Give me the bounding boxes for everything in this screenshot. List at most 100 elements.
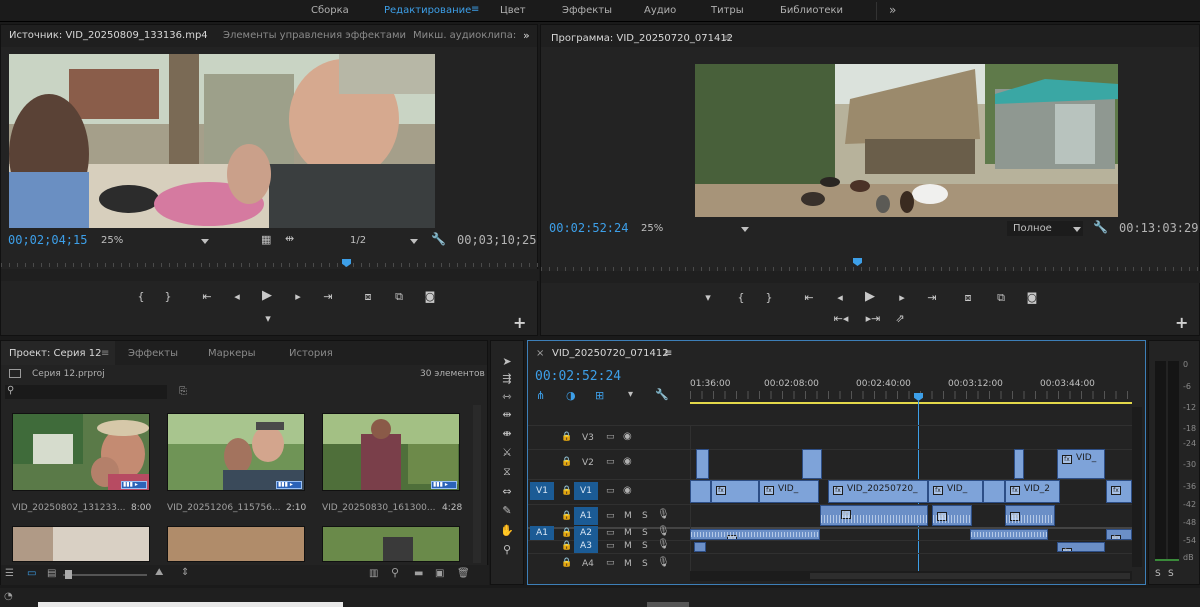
program-video-frame[interactable] xyxy=(695,64,1118,217)
razor-tool-icon[interactable]: ⚔ xyxy=(498,445,516,461)
program-add-button-icon[interactable]: + xyxy=(1175,313,1188,332)
workspace-color[interactable]: Цвет xyxy=(500,5,526,16)
add-marker-icon[interactable]: ▾ xyxy=(628,389,633,400)
mic-icon[interactable]: 🎙 xyxy=(657,539,670,550)
source-export-frame-icon[interactable]: ◙ xyxy=(423,291,437,303)
source-insert-icon[interactable]: ⧈ xyxy=(361,291,375,303)
project-thumb-1[interactable]: ▮▮▮ ▸ xyxy=(12,413,150,491)
source-step-back-icon[interactable]: ◂ xyxy=(230,291,244,303)
source-goto-in-icon[interactable]: ⇤ xyxy=(200,291,214,303)
project-scrollbar[interactable] xyxy=(473,405,481,563)
source-marker-icon[interactable]: ▾ xyxy=(261,313,275,325)
project-menu-icon[interactable]: ≡ xyxy=(101,348,109,359)
workspace-titles[interactable]: Титры xyxy=(711,5,744,16)
timeline-menu-icon[interactable]: ≡ xyxy=(664,348,672,359)
tab-project[interactable]: Проект: Серия 12 xyxy=(9,348,101,359)
tab-audio-clip-mixer[interactable]: Микш. аудиоклипа: xyxy=(413,30,516,41)
source-patch-a1[interactable]: A1 xyxy=(530,526,554,540)
mic-icon[interactable]: 🎙 xyxy=(657,557,670,568)
program-menu-icon[interactable]: ≡ xyxy=(723,33,731,44)
timeline-audio-clip[interactable]: fx xyxy=(932,505,972,526)
meter-solo-right-button[interactable]: S xyxy=(1168,569,1174,579)
program-wrench-icon[interactable]: 🔧 xyxy=(1093,220,1108,234)
program-timecode[interactable]: 00:02:52:24 xyxy=(549,221,628,235)
status-scroll-thumb[interactable] xyxy=(647,602,689,607)
solo-button[interactable]: S xyxy=(642,541,648,551)
program-play-icon[interactable]: ▶ xyxy=(863,290,877,303)
mute-button[interactable]: M xyxy=(624,541,632,551)
project-thumb-4[interactable] xyxy=(12,526,150,562)
workspace-assembly[interactable]: Сборка xyxy=(311,5,349,16)
source-zoom-scrollbar[interactable] xyxy=(1,269,539,281)
program-mark-out-icon[interactable]: } xyxy=(762,292,776,304)
lock-icon[interactable]: 🔒 xyxy=(561,457,572,467)
lock-icon[interactable]: 🔒 xyxy=(561,528,572,538)
find-icon[interactable]: ⚲ xyxy=(391,566,399,579)
timeline-scrollbar[interactable] xyxy=(690,571,1132,581)
hand-tool-icon[interactable]: ✋ xyxy=(498,523,516,539)
timeline-clip[interactable]: fx VID_20250720_ xyxy=(828,480,928,503)
source-mark-in-icon[interactable]: { xyxy=(134,291,148,303)
project-thumb-3[interactable]: ▮▮▮ ▸ xyxy=(322,413,460,491)
source-timecode[interactable]: 00;02;04;15 xyxy=(8,233,87,247)
mic-icon[interactable]: 🎙 xyxy=(657,509,670,520)
program-trim-forward-icon[interactable]: ▸⇥ xyxy=(863,313,883,325)
tab-effect-controls[interactable]: Элементы управления эффектами xyxy=(223,30,406,41)
program-time-ruler[interactable] xyxy=(541,257,1200,271)
insert-as-nest-icon[interactable]: ⊞ xyxy=(595,389,604,402)
sync-lock-icon[interactable]: ▭ xyxy=(606,432,615,442)
program-step-back-icon[interactable]: ◂ xyxy=(833,292,847,304)
mic-icon[interactable]: 🎙 xyxy=(657,526,670,537)
lock-icon[interactable]: 🔒 xyxy=(561,541,572,551)
automate-sequence-icon[interactable]: ▥ xyxy=(369,568,378,579)
source-add-button-icon[interactable]: + xyxy=(513,313,526,332)
program-export-frame-icon[interactable]: ◙ xyxy=(1025,292,1039,304)
solo-button[interactable]: S xyxy=(642,559,648,569)
sync-lock-icon[interactable]: ▭ xyxy=(606,541,615,551)
thumbnail-size-slider[interactable] xyxy=(63,574,147,576)
sync-lock-icon[interactable]: ▭ xyxy=(606,457,615,467)
timeline-clip[interactable]: fx VID_ xyxy=(928,480,983,503)
tab-markers[interactable]: Маркеры xyxy=(208,348,256,359)
timeline-audio-clip[interactable] xyxy=(694,542,706,552)
timeline-clip[interactable] xyxy=(690,480,711,503)
timeline-clip[interactable]: fx xyxy=(711,480,759,503)
source-step-forward-icon[interactable]: ▸ xyxy=(291,291,305,303)
track-name-a4[interactable]: A4 xyxy=(582,559,594,569)
tab-effects[interactable]: Эффекты xyxy=(128,348,178,359)
source-patch-v1[interactable]: V1 xyxy=(530,482,554,500)
meter-solo-left-button[interactable]: S xyxy=(1155,569,1161,579)
sync-lock-icon[interactable]: ▭ xyxy=(606,486,615,496)
project-new-bin-icon[interactable]: ⎘ xyxy=(179,386,187,397)
program-zoom-select[interactable]: 25% xyxy=(641,223,749,234)
new-item-icon[interactable]: ▣ xyxy=(435,568,444,579)
tab-source[interactable]: Источник: VID_20250809_133136.mp4 xyxy=(9,30,208,41)
timeline-clip[interactable] xyxy=(983,480,1005,503)
eye-icon[interactable]: ◉ xyxy=(623,431,632,442)
timeline-close-icon[interactable]: × xyxy=(536,348,544,359)
timeline-ruler[interactable]: 01:36:00 00:02:08:00 00:02:40:00 00:03:1… xyxy=(690,377,1132,407)
lock-icon[interactable]: 🔒 xyxy=(561,558,572,568)
track-name-a2[interactable]: A2 xyxy=(574,526,598,540)
lock-icon[interactable]: 🔒 xyxy=(561,486,572,496)
tab-history[interactable]: История xyxy=(289,348,333,359)
source-video-frame[interactable] xyxy=(9,54,435,228)
timeline-audio-clip[interactable]: fx xyxy=(1057,542,1105,552)
ripple-edit-tool-icon[interactable]: ⇿ xyxy=(498,389,516,405)
timeline-clip[interactable]: fx VID_2 xyxy=(1005,480,1060,503)
source-mark-out-icon[interactable]: } xyxy=(161,291,175,303)
workspace-audio[interactable]: Аудио xyxy=(644,5,676,16)
source-settings-grid-icon[interactable]: ▦ xyxy=(261,233,271,246)
rate-stretch-tool-icon[interactable]: ⇼ xyxy=(498,426,516,442)
program-export-icon[interactable]: ⇗ xyxy=(893,313,907,325)
zoom-tool-icon[interactable]: ⚲ xyxy=(498,542,516,558)
eye-icon[interactable]: ◉ xyxy=(623,485,632,496)
timeline-settings-wrench-icon[interactable]: 🔧 xyxy=(655,388,669,401)
workspace-effects[interactable]: Эффекты xyxy=(562,5,612,16)
timeline-audio-clip[interactable]: fx xyxy=(1106,529,1132,540)
workspace-more-icon[interactable]: » xyxy=(889,3,896,17)
source-drag-audio-icon[interactable]: ⇹ xyxy=(285,232,294,245)
sort-icon[interactable]: ⛰ xyxy=(155,567,163,578)
timeline-audio-clip[interactable]: fx xyxy=(820,505,928,526)
source-overwrite-icon[interactable]: ⧉ xyxy=(392,291,406,303)
